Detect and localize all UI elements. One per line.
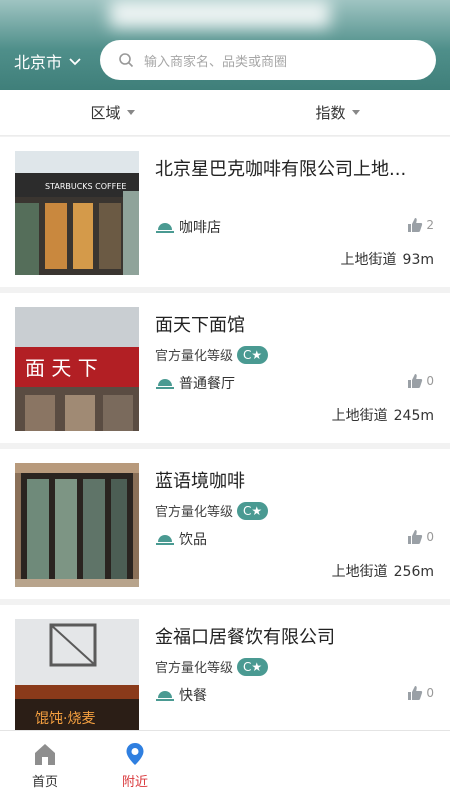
merchant-location: 上地街道 93m bbox=[341, 249, 434, 269]
noodle-sign-text: 面 天 下 bbox=[25, 356, 98, 380]
nav-nearby-label: 附近 bbox=[121, 775, 148, 790]
like-count: 0 bbox=[426, 686, 434, 700]
like-count: 2 bbox=[426, 218, 434, 232]
home-icon bbox=[32, 741, 58, 767]
area-name: 上地街道 bbox=[340, 252, 397, 268]
grade-label: 官方量化等级 bbox=[155, 349, 234, 364]
search-placeholder: 输入商家名、品类或商圈 bbox=[144, 54, 288, 70]
like-button[interactable]: 2 bbox=[407, 217, 434, 233]
restaurant-sign-text: 馄饨·烧麦 bbox=[35, 711, 95, 727]
area-filter-label: 区域 bbox=[90, 104, 121, 122]
merchant-name: 北京星巴克咖啡有限公司上地... bbox=[155, 159, 407, 180]
thumbs-up-icon bbox=[407, 373, 423, 389]
area-name: 上地街道 bbox=[331, 408, 388, 424]
nav-home-label: 首页 bbox=[31, 775, 58, 790]
merchant-list: STARBUCKS COFFEE 北京星巴克咖啡有限公司上地... 咖啡店 2 … bbox=[0, 137, 450, 761]
bottom-nav: 首页 附近 bbox=[0, 730, 450, 800]
grade-row: 官方量化等级 C★ bbox=[155, 501, 269, 520]
category-label: 普通餐厅 bbox=[179, 376, 235, 392]
merchant-photo: STARBUCKS COFFEE bbox=[15, 151, 139, 275]
like-button[interactable]: 0 bbox=[407, 529, 434, 545]
grade-label: 官方量化等级 bbox=[155, 505, 234, 520]
dropdown-triangle-icon bbox=[126, 110, 135, 115]
grade-row: 官方量化等级 C★ bbox=[155, 345, 269, 364]
grade-badge: C★ bbox=[237, 345, 269, 364]
merchant-name: 蓝语境咖啡 bbox=[155, 471, 245, 492]
like-count: 0 bbox=[426, 374, 434, 388]
merchant-category: 普通餐厅 bbox=[155, 373, 235, 393]
distance: 256m bbox=[393, 564, 434, 580]
thumbs-up-icon bbox=[407, 529, 423, 545]
category-label: 咖啡店 bbox=[179, 220, 221, 236]
merchant-name: 金福口居餐饮有限公司 bbox=[155, 627, 335, 648]
merchant-card[interactable]: STARBUCKS COFFEE 北京星巴克咖啡有限公司上地... 咖啡店 2 … bbox=[0, 137, 450, 287]
dropdown-triangle-icon bbox=[351, 110, 360, 115]
merchant-photo: 面 天 下 bbox=[15, 307, 139, 431]
city-label: 北京市 bbox=[14, 53, 63, 72]
like-count: 0 bbox=[426, 530, 434, 544]
merchant-photo: 馄饨·烧麦 bbox=[15, 619, 139, 743]
thumbs-up-icon bbox=[407, 685, 423, 701]
chevron-down-icon bbox=[68, 54, 82, 68]
area-filter[interactable]: 区域 bbox=[0, 90, 225, 135]
merchant-category: 快餐 bbox=[155, 685, 207, 705]
like-button[interactable]: 0 bbox=[407, 373, 434, 389]
search-input[interactable]: 输入商家名、品类或商圈 bbox=[100, 40, 436, 80]
grade-label: 官方量化等级 bbox=[155, 661, 234, 676]
search-icon bbox=[118, 52, 134, 68]
city-selector[interactable]: 北京市 bbox=[14, 50, 82, 72]
distance: 245m bbox=[393, 408, 434, 424]
header-bar: 北京市 输入商家名、品类或商圈 bbox=[0, 0, 450, 90]
dish-icon bbox=[155, 532, 175, 546]
merchant-category: 饮品 bbox=[155, 529, 207, 549]
merchant-location: 上地街道 245m bbox=[332, 405, 434, 425]
grade-badge: C★ bbox=[237, 657, 269, 676]
dish-icon bbox=[155, 376, 175, 390]
category-label: 快餐 bbox=[179, 688, 207, 704]
area-name: 上地街道 bbox=[331, 564, 388, 580]
thumbs-up-icon bbox=[407, 217, 423, 233]
dish-icon bbox=[155, 688, 175, 702]
grade-row: 官方量化等级 C★ bbox=[155, 657, 269, 676]
nav-home[interactable]: 首页 bbox=[0, 731, 90, 800]
grade-badge: C★ bbox=[237, 501, 269, 520]
nav-nearby[interactable]: 附近 bbox=[90, 731, 180, 800]
merchant-location: 上地街道 256m bbox=[332, 561, 434, 581]
like-button[interactable]: 0 bbox=[407, 685, 434, 701]
starbucks-sign-text: STARBUCKS COFFEE bbox=[45, 182, 126, 191]
filter-bar: 区域 指数 bbox=[0, 90, 450, 136]
merchant-name: 面天下面馆 bbox=[155, 315, 245, 336]
distance: 93m bbox=[402, 252, 434, 268]
index-filter-label: 指数 bbox=[315, 104, 346, 122]
index-filter[interactable]: 指数 bbox=[225, 90, 450, 135]
merchant-category: 咖啡店 bbox=[155, 217, 221, 237]
category-label: 饮品 bbox=[179, 532, 207, 548]
location-pin-icon bbox=[122, 741, 148, 767]
merchant-card[interactable]: 面 天 下 面天下面馆 官方量化等级 C★ 普通餐厅 0 上地街道 245m bbox=[0, 293, 450, 443]
dish-icon bbox=[155, 220, 175, 234]
merchant-card[interactable]: 蓝语境咖啡 官方量化等级 C★ 饮品 0 上地街道 256m bbox=[0, 449, 450, 599]
merchant-photo bbox=[15, 463, 139, 587]
